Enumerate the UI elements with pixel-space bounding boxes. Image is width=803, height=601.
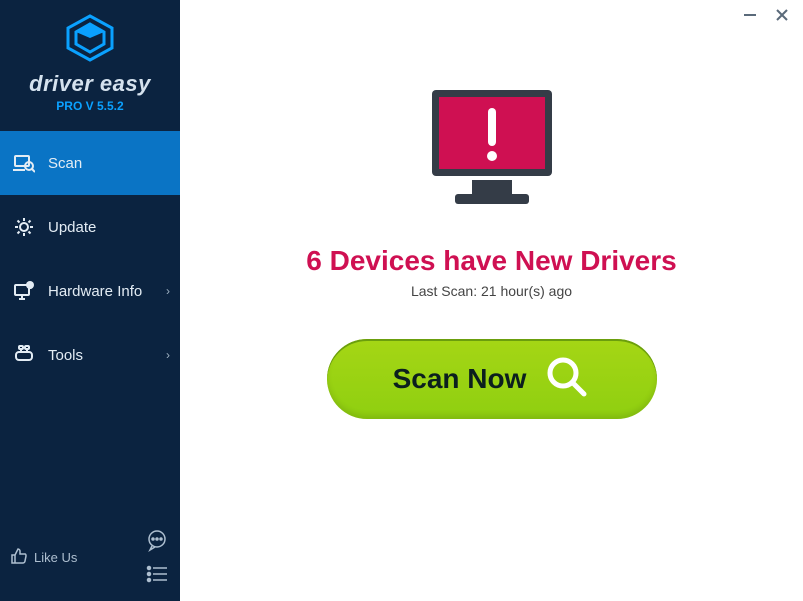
feedback-icon[interactable] xyxy=(144,527,170,553)
sidebar: driver easy PRO V 5.5.2 Scan xyxy=(0,0,180,601)
sidebar-item-tools[interactable]: Tools › xyxy=(0,323,180,387)
gear-icon xyxy=(12,215,36,239)
like-us-label: Like Us xyxy=(34,550,77,565)
scan-icon xyxy=(12,151,36,175)
sidebar-item-label: Scan xyxy=(48,155,82,172)
like-us-button[interactable]: Like Us xyxy=(10,547,77,568)
sidebar-item-label: Hardware Info xyxy=(48,283,142,300)
sidebar-item-label: Tools xyxy=(48,347,83,364)
version-label: PRO V 5.5.2 xyxy=(12,99,168,113)
scan-now-label: Scan Now xyxy=(393,363,527,395)
chevron-right-icon: › xyxy=(166,348,170,362)
chevron-right-icon: › xyxy=(166,284,170,298)
sidebar-item-label: Update xyxy=(48,219,96,236)
alert-monitor-icon xyxy=(417,80,567,225)
main-panel: 6 Devices have New Drivers Last Scan: 21… xyxy=(180,0,803,601)
search-icon xyxy=(544,354,590,405)
hardware-icon: i xyxy=(12,279,36,303)
sidebar-item-update[interactable]: Update xyxy=(0,195,180,259)
thumbs-up-icon xyxy=(10,547,28,568)
logo-icon xyxy=(12,14,168,67)
close-button[interactable] xyxy=(773,6,791,24)
last-scan-text: Last Scan: 21 hour(s) ago xyxy=(411,283,572,299)
tools-icon xyxy=(12,343,36,367)
brand-name: driver easy xyxy=(12,71,168,97)
sidebar-item-hardware-info[interactable]: i Hardware Info › xyxy=(0,259,180,323)
logo-area: driver easy PRO V 5.5.2 xyxy=(0,0,180,119)
minimize-button[interactable] xyxy=(741,6,759,24)
sidebar-item-scan[interactable]: Scan xyxy=(0,131,180,195)
status-headline: 6 Devices have New Drivers xyxy=(306,245,676,277)
menu-icon[interactable] xyxy=(144,561,170,587)
scan-now-button[interactable]: Scan Now xyxy=(327,339,657,419)
